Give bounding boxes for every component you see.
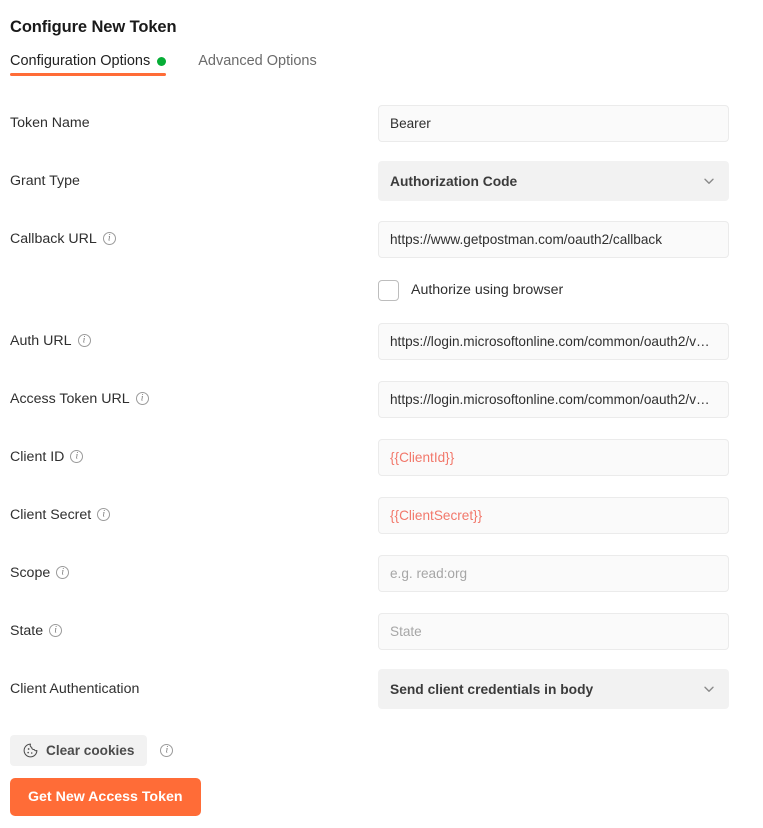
field-row-client-authentication: Client Authentication Send client creden… — [10, 660, 753, 718]
action-area: Clear cookies i Get New Access Token — [10, 735, 753, 816]
status-dot-icon — [157, 57, 166, 66]
client-secret-input[interactable]: {{ClientSecret}} — [378, 497, 729, 534]
label-token-name: Token Name — [10, 116, 378, 130]
grant-type-select[interactable]: Authorization Code — [378, 161, 729, 201]
authorize-using-browser-checkbox[interactable] — [378, 280, 399, 301]
token-config-form: Token Name Bearer Grant Type Authorizati… — [10, 94, 753, 718]
field-row-token-name: Token Name Bearer — [10, 94, 753, 152]
label-auth-url: Auth URL i — [10, 334, 378, 348]
configure-new-token-panel: Configure New Token Configuration Option… — [0, 0, 763, 828]
clear-cookies-label: Clear cookies — [46, 743, 134, 758]
cookie-icon — [23, 743, 38, 758]
state-placeholder: State — [390, 624, 717, 639]
label-client-secret: Client Secret i — [10, 508, 378, 522]
field-row-state: State i State — [10, 602, 753, 660]
info-icon[interactable]: i — [56, 566, 69, 579]
get-new-access-token-button[interactable]: Get New Access Token — [10, 778, 201, 816]
label-grant-type: Grant Type — [10, 174, 378, 188]
authorize-using-browser-row: Authorize using browser — [10, 268, 753, 312]
chevron-down-icon — [703, 175, 715, 187]
token-name-value: Bearer — [390, 116, 717, 131]
tab-configuration-options[interactable]: Configuration Options — [10, 53, 166, 76]
access-token-url-value: https://login.microsoftonline.com/common… — [390, 392, 717, 407]
tab-advanced-options[interactable]: Advanced Options — [198, 53, 317, 76]
tab-configuration-options-label: Configuration Options — [10, 53, 150, 69]
field-row-access-token-url: Access Token URL i https://login.microso… — [10, 370, 753, 428]
scope-input[interactable]: e.g. read:org — [378, 555, 729, 592]
auth-url-value: https://login.microsoftonline.com/common… — [390, 334, 717, 349]
label-client-id: Client ID i — [10, 450, 378, 464]
clear-cookies-row: Clear cookies i — [10, 735, 753, 766]
info-icon[interactable]: i — [49, 624, 62, 637]
tab-bar: Configuration Options Advanced Options — [10, 48, 753, 76]
info-icon[interactable]: i — [78, 334, 91, 347]
label-callback-url: Callback URL i — [10, 232, 378, 246]
tab-advanced-options-label: Advanced Options — [198, 53, 317, 69]
client-id-value: {{ClientId}} — [390, 450, 717, 465]
clear-cookies-button[interactable]: Clear cookies — [10, 735, 147, 766]
client-authentication-select[interactable]: Send client credentials in body — [378, 669, 729, 709]
field-row-auth-url: Auth URL i https://login.microsoftonline… — [10, 312, 753, 370]
scope-placeholder: e.g. read:org — [390, 566, 717, 581]
access-token-url-input[interactable]: https://login.microsoftonline.com/common… — [378, 381, 729, 418]
field-row-grant-type: Grant Type Authorization Code — [10, 152, 753, 210]
info-icon[interactable]: i — [70, 450, 83, 463]
field-row-client-id: Client ID i {{ClientId}} — [10, 428, 753, 486]
get-new-access-token-label: Get New Access Token — [28, 789, 183, 805]
auth-url-input[interactable]: https://login.microsoftonline.com/common… — [378, 323, 729, 360]
label-scope: Scope i — [10, 566, 378, 580]
client-id-input[interactable]: {{ClientId}} — [378, 439, 729, 476]
label-access-token-url: Access Token URL i — [10, 392, 378, 406]
token-name-input[interactable]: Bearer — [378, 105, 729, 142]
info-icon[interactable]: i — [136, 392, 149, 405]
callback-url-value: https://www.getpostman.com/oauth2/callba… — [390, 232, 717, 247]
client-secret-value: {{ClientSecret}} — [390, 508, 717, 523]
field-row-scope: Scope i e.g. read:org — [10, 544, 753, 602]
grant-type-value: Authorization Code — [390, 174, 517, 189]
info-icon[interactable]: i — [160, 744, 173, 757]
page-title: Configure New Token — [10, 0, 753, 37]
info-icon[interactable]: i — [97, 508, 110, 521]
label-state: State i — [10, 624, 378, 638]
state-input[interactable]: State — [378, 613, 729, 650]
callback-url-input[interactable]: https://www.getpostman.com/oauth2/callba… — [378, 221, 729, 258]
chevron-down-icon — [703, 683, 715, 695]
field-row-client-secret: Client Secret i {{ClientSecret}} — [10, 486, 753, 544]
field-row-callback-url: Callback URL i https://www.getpostman.co… — [10, 210, 753, 268]
info-icon[interactable]: i — [103, 232, 116, 245]
label-client-authentication: Client Authentication — [10, 682, 378, 696]
authorize-using-browser-label: Authorize using browser — [411, 282, 563, 298]
client-authentication-value: Send client credentials in body — [390, 682, 593, 697]
authorize-using-browser-checkbox-wrap[interactable]: Authorize using browser — [378, 280, 563, 301]
